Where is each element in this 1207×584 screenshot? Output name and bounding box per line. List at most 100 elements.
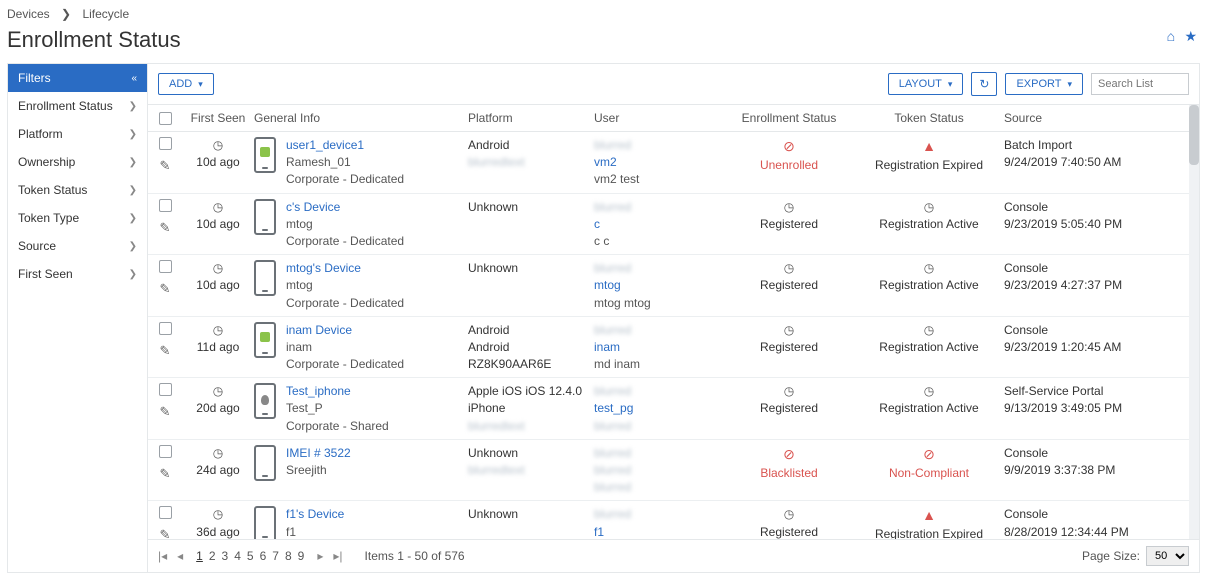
device-link[interactable]: c's Device xyxy=(286,199,404,215)
row-checkbox[interactable] xyxy=(159,383,172,396)
row-checkbox[interactable] xyxy=(159,322,172,335)
user-link[interactable]: mtog xyxy=(594,277,724,293)
filter-token-type[interactable]: Token Type❯ xyxy=(8,204,147,232)
page-2[interactable]: 2 xyxy=(206,549,219,563)
device-icon xyxy=(254,383,276,419)
chevron-down-icon: ▾ xyxy=(948,79,953,90)
page-9[interactable]: 9 xyxy=(295,549,308,563)
device-link[interactable]: IMEI # 3522 xyxy=(286,445,351,461)
device-link[interactable]: Test_iphone xyxy=(286,383,389,399)
star-icon[interactable]: ★ xyxy=(1184,28,1197,44)
row-checkbox[interactable] xyxy=(159,260,172,273)
user-link[interactable]: test_pg xyxy=(594,400,724,416)
clock-icon: ◷ xyxy=(213,445,223,461)
clock-icon: ◷ xyxy=(784,383,794,399)
chevron-right-icon: ❯ xyxy=(129,269,137,280)
warning-icon: ▲ xyxy=(922,137,936,156)
col-platform[interactable]: Platform xyxy=(468,111,594,125)
clock-icon: ◷ xyxy=(924,383,934,399)
home-icon[interactable]: ⌂ xyxy=(1167,28,1175,44)
scrollbar[interactable] xyxy=(1189,105,1199,539)
row-checkbox[interactable] xyxy=(159,137,172,150)
page-3[interactable]: 3 xyxy=(219,549,232,563)
breadcrumb-devices[interactable]: Devices xyxy=(7,7,50,21)
page-5[interactable]: 5 xyxy=(244,549,257,563)
pager-info: Items 1 - 50 of 576 xyxy=(365,549,465,563)
col-enrollment[interactable]: Enrollment Status xyxy=(724,111,854,125)
table-row: ✎◷20d agoTest_iphoneTest_PCorporate - Sh… xyxy=(148,378,1199,440)
clock-icon: ◷ xyxy=(784,506,794,522)
device-icon xyxy=(254,199,276,235)
chevron-right-icon: ❯ xyxy=(129,101,137,112)
chevron-right-icon: ❯ xyxy=(61,7,71,21)
edit-icon[interactable]: ✎ xyxy=(160,158,171,174)
export-button[interactable]: EXPORT▾ xyxy=(1005,73,1083,95)
filter-source[interactable]: Source❯ xyxy=(8,232,147,260)
breadcrumb: Devices ❯ Lifecycle xyxy=(7,5,1200,25)
edit-icon[interactable]: ✎ xyxy=(160,281,171,297)
chevron-right-icon: ❯ xyxy=(129,241,137,252)
edit-icon[interactable]: ✎ xyxy=(160,527,171,539)
table-row: ✎◷10d agoc's DevicemtogCorporate - Dedic… xyxy=(148,194,1199,256)
page-4[interactable]: 4 xyxy=(231,549,244,563)
clock-icon: ◷ xyxy=(213,383,223,399)
user-link[interactable]: vm2 xyxy=(594,154,724,170)
filter-enrollment-status[interactable]: Enrollment Status❯ xyxy=(8,92,147,120)
next-page-icon[interactable]: ▸ xyxy=(317,549,323,563)
search-input[interactable] xyxy=(1091,73,1189,95)
page-8[interactable]: 8 xyxy=(282,549,295,563)
user-link[interactable]: c xyxy=(594,216,724,232)
page-1[interactable]: 1 xyxy=(193,549,206,563)
user-link[interactable]: f1 xyxy=(594,524,724,539)
clock-icon: ◷ xyxy=(213,199,223,215)
row-checkbox[interactable] xyxy=(159,199,172,212)
pager: |◂ ◂ 123456789 ▸ ▸| Items 1 - 50 of 576 … xyxy=(148,539,1199,572)
edit-icon[interactable]: ✎ xyxy=(160,343,171,359)
filter-token-status[interactable]: Token Status❯ xyxy=(8,176,147,204)
page-7[interactable]: 7 xyxy=(269,549,282,563)
col-source[interactable]: Source xyxy=(1004,111,1164,125)
page-size-select[interactable]: 50 xyxy=(1146,546,1189,566)
device-link[interactable]: user1_device1 xyxy=(286,137,404,153)
device-link[interactable]: f1's Device xyxy=(286,506,404,522)
table-row: ✎◷24d agoIMEI # 3522SreejithUnknownblurr… xyxy=(148,440,1199,502)
col-general-info[interactable]: General Info xyxy=(254,111,468,125)
clock-icon: ◷ xyxy=(784,322,794,338)
table-row: ✎◷10d agomtog's DevicemtogCorporate - De… xyxy=(148,255,1199,317)
chevron-down-icon: ▾ xyxy=(198,79,203,90)
chevron-down-icon: ▾ xyxy=(1067,79,1072,90)
page-size-label: Page Size: xyxy=(1082,549,1140,563)
filters-header[interactable]: Filters « xyxy=(8,64,147,92)
row-checkbox[interactable] xyxy=(159,506,172,519)
refresh-button[interactable]: ↻ xyxy=(971,72,997,96)
last-page-icon[interactable]: ▸| xyxy=(333,549,342,563)
forbidden-icon: ⊘ xyxy=(923,445,935,464)
device-link[interactable]: inam Device xyxy=(286,322,404,338)
filter-platform[interactable]: Platform❯ xyxy=(8,120,147,148)
clock-icon: ◷ xyxy=(784,199,794,215)
select-all-checkbox[interactable] xyxy=(159,112,172,125)
clock-icon: ◷ xyxy=(924,260,934,276)
col-token[interactable]: Token Status xyxy=(854,111,1004,125)
edit-icon[interactable]: ✎ xyxy=(160,220,171,236)
user-link[interactable]: inam xyxy=(594,339,724,355)
breadcrumb-lifecycle[interactable]: Lifecycle xyxy=(82,7,129,21)
scrollbar-thumb[interactable] xyxy=(1189,105,1199,165)
edit-icon[interactable]: ✎ xyxy=(160,466,171,482)
filter-first-seen[interactable]: First Seen❯ xyxy=(8,260,147,288)
prev-page-icon[interactable]: ◂ xyxy=(177,549,183,563)
table-row: ✎◷36d agof1's Devicef1Corporate - Dedica… xyxy=(148,501,1199,539)
col-first-seen[interactable]: First Seen xyxy=(182,111,254,125)
device-link[interactable]: mtog's Device xyxy=(286,260,404,276)
first-page-icon[interactable]: |◂ xyxy=(158,549,167,563)
page-6[interactable]: 6 xyxy=(257,549,270,563)
filter-ownership[interactable]: Ownership❯ xyxy=(8,148,147,176)
add-button[interactable]: ADD▾ xyxy=(158,73,214,95)
layout-button[interactable]: LAYOUT▾ xyxy=(888,73,964,95)
forbidden-icon: ⊘ xyxy=(783,445,795,464)
col-user[interactable]: User xyxy=(594,111,724,125)
row-checkbox[interactable] xyxy=(159,445,172,458)
edit-icon[interactable]: ✎ xyxy=(160,404,171,420)
clock-icon: ◷ xyxy=(213,137,223,153)
clock-icon: ◷ xyxy=(924,322,934,338)
